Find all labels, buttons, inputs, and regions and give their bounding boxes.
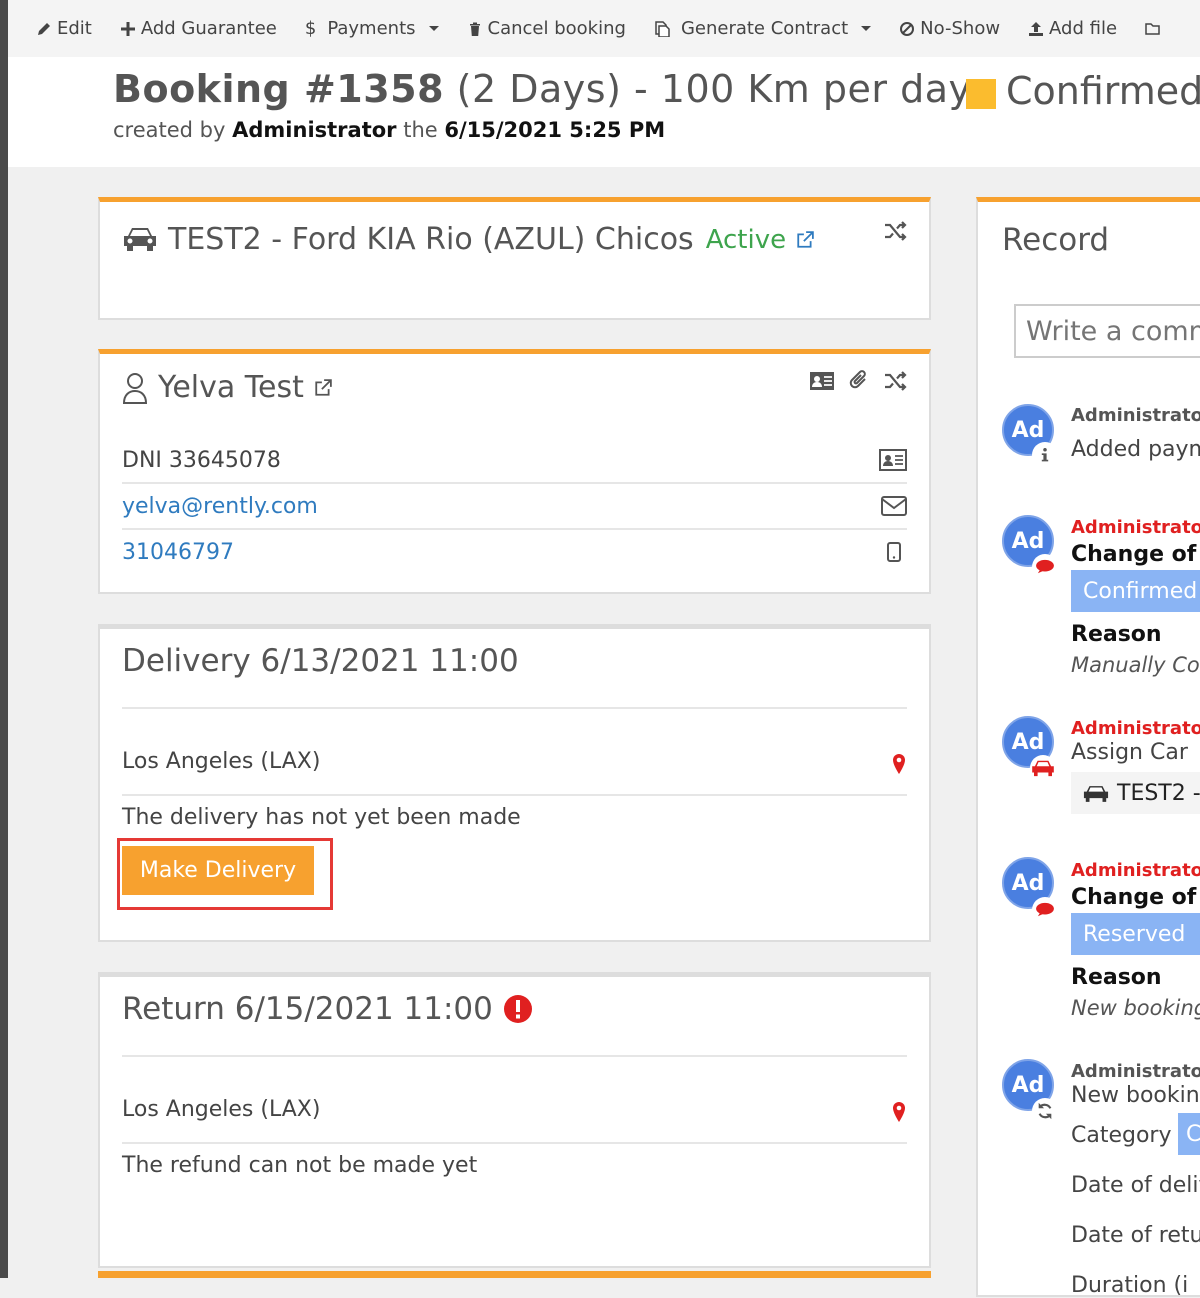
car-icon (124, 227, 156, 251)
envelope-icon (881, 496, 907, 516)
record-author: Administrato (1071, 517, 1200, 538)
shuffle-icon[interactable] (883, 370, 909, 392)
car-card: TEST2 - Ford KIA Rio (AZUL) Chicos Activ… (98, 197, 931, 320)
caret-down-icon (861, 26, 872, 31)
external-link-icon[interactable] (796, 230, 814, 249)
booking-header: Booking #1358 (2 Days) - 100 Km per day … (8, 57, 1200, 167)
generate-contract-dropdown[interactable]: Generate Contract (654, 18, 872, 39)
record-title: Record (1002, 222, 1110, 258)
reason-text: Manually Co (1071, 653, 1200, 677)
car-icon (1030, 755, 1056, 781)
client-phone-row: 31046797 (122, 530, 907, 574)
trash-icon (469, 22, 480, 36)
record-headline: Change of (1071, 885, 1197, 910)
client-card: Yelva Test DNI 33645078 yelva@rently.com… (98, 349, 931, 594)
map-pin-icon[interactable] (891, 1101, 907, 1123)
shuffle-icon[interactable] (883, 220, 909, 242)
record-author: Administrato (1071, 1061, 1200, 1082)
payments-dropdown[interactable]: $ Payments (305, 18, 439, 39)
assigned-car-chip: TEST2 - (1071, 772, 1200, 814)
record-line: Date of retu (1071, 1223, 1200, 1248)
delivery-title: Delivery 6/13/2021 11:00 (122, 643, 519, 679)
record-text: Assign Car (1071, 740, 1188, 765)
action-toolbar: Edit Add Guarantee $ Payments Cancel boo… (8, 0, 1200, 57)
divider (122, 1055, 907, 1057)
record-line: Duration (i (1071, 1273, 1189, 1298)
make-delivery-button[interactable]: Make Delivery (122, 846, 314, 895)
divider (122, 1142, 907, 1144)
no-show-button[interactable]: No-Show (899, 18, 1000, 39)
created-info: created by Administrator the 6/15/2021 5… (113, 118, 666, 142)
reason-label: Reason (1071, 965, 1162, 990)
client-phone-link[interactable]: 31046797 (122, 540, 234, 565)
record-line: Date of deliv (1071, 1173, 1200, 1198)
paperclip-icon[interactable] (849, 370, 869, 392)
left-edge (0, 0, 8, 1278)
return-title: Return 6/15/2021 11:00 (122, 991, 533, 1027)
client-actions (809, 370, 909, 392)
client-title: Yelva Test (122, 370, 332, 405)
plus-icon (120, 21, 135, 36)
return-location: Los Angeles (LAX) (122, 1097, 321, 1122)
record-text: New bookin (1071, 1083, 1200, 1108)
client-email-row: yelva@rently.com (122, 484, 907, 530)
delivery-status-text: The delivery has not yet been made (122, 805, 521, 830)
car-status: Active (705, 224, 787, 255)
divider (122, 794, 907, 796)
dollar-icon: $ (304, 18, 317, 39)
upload-icon (1029, 21, 1044, 36)
cancel-booking-button[interactable]: Cancel booking (467, 18, 626, 39)
status-color-square (966, 79, 996, 109)
refresh-icon (1032, 1098, 1058, 1124)
map-pin-icon[interactable] (891, 753, 907, 775)
record-author: Administrato (1071, 405, 1200, 426)
pencil-icon (38, 22, 50, 35)
category-label: Category (1071, 1123, 1172, 1148)
id-card-icon[interactable] (809, 371, 835, 391)
id-card-icon (879, 449, 907, 471)
delivery-location: Los Angeles (LAX) (122, 749, 321, 774)
ban-icon (900, 21, 915, 36)
record-author: Administrato (1071, 860, 1200, 881)
caret-down-icon (428, 26, 439, 31)
record-headline: Change of (1071, 542, 1197, 567)
status-badge: Confirmed (966, 69, 1200, 113)
car-icon (1083, 785, 1109, 802)
client-dni-row: DNI 33645078 (122, 438, 907, 484)
edit-button[interactable]: Edit (36, 18, 92, 39)
return-card: Return 6/15/2021 11:00 Los Angeles (LAX)… (98, 972, 931, 1268)
comment-icon (1032, 554, 1058, 580)
comment-icon (1032, 897, 1058, 923)
record-panel: Record Ad Administrato Added paym Ad Adm… (976, 197, 1200, 1298)
copy-icon (655, 20, 670, 37)
add-file-button[interactable]: Add file (1028, 18, 1117, 39)
add-guarantee-button[interactable]: Add Guarantee (120, 18, 277, 39)
car-title: TEST2 - Ford KIA Rio (AZUL) Chicos Activ… (122, 222, 814, 257)
alert-icon (503, 995, 532, 1023)
comment-input[interactable] (1014, 304, 1200, 358)
category-badge: C (1178, 1113, 1200, 1155)
external-link-icon[interactable] (314, 378, 332, 397)
folder-button[interactable] (1145, 21, 1161, 37)
mobile-icon (887, 542, 901, 562)
status-badge: Reserved (1071, 913, 1200, 955)
client-email-link[interactable]: yelva@rently.com (122, 494, 318, 519)
divider (122, 707, 907, 709)
return-status-text: The refund can not be made yet (122, 1153, 478, 1178)
record-author: Administrato (1071, 718, 1200, 739)
page-title: Booking #1358 (2 Days) - 100 Km per day (113, 67, 972, 111)
user-icon (122, 372, 148, 404)
reason-text: New booking (1071, 996, 1200, 1020)
record-text: Added paym (1071, 437, 1200, 462)
next-card-top (98, 1271, 931, 1278)
folder-open-icon (1145, 22, 1160, 35)
info-icon (1032, 442, 1058, 468)
reason-label: Reason (1071, 622, 1162, 647)
status-badge: Confirmed (1071, 570, 1200, 612)
